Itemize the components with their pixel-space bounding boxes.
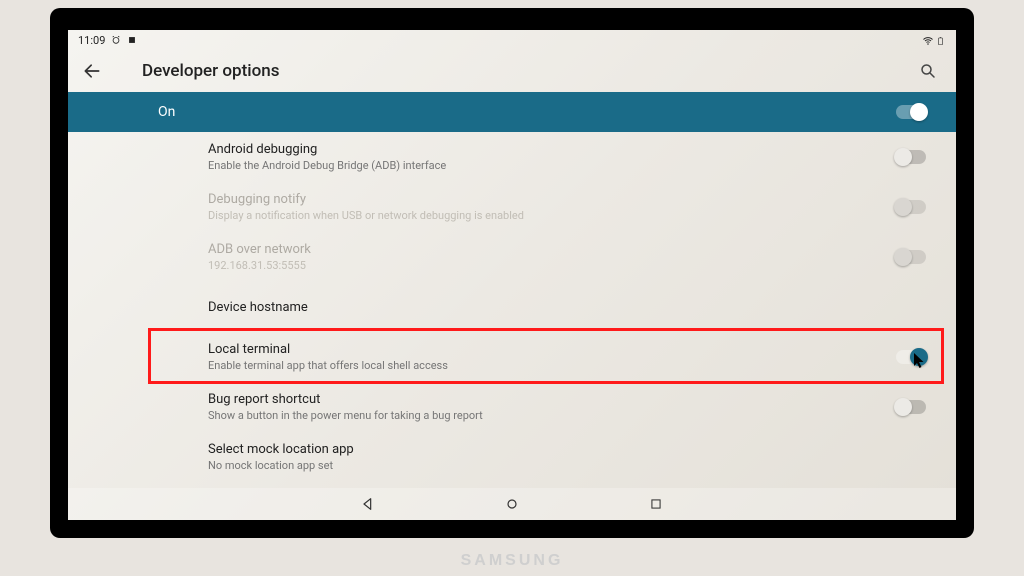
monitor-surround: 11:09 [0, 0, 1024, 576]
setting-toggle-local-terminal[interactable] [896, 350, 926, 364]
setting-toggle-bug-report-shortcut[interactable] [896, 400, 926, 414]
monitor-brand-label: SAMSUNG [0, 552, 1024, 570]
status-time: 11:09 [78, 34, 105, 47]
setting-row-debugging-notify[interactable]: Debugging notify Display a notification w… [208, 182, 926, 232]
setting-toggle-adb-over-network [896, 250, 926, 264]
setting-title: Android debugging [208, 142, 446, 157]
setting-subtitle: Show a button in the power menu for taki… [208, 409, 483, 422]
setting-row-adb-over-network[interactable]: ADB over network 192.168.31.53:5555 [208, 232, 926, 282]
setting-row-android-debugging[interactable]: Android debugging Enable the Android Debu… [208, 132, 926, 182]
nav-recents-button[interactable] [644, 492, 668, 516]
nav-back-button[interactable] [356, 492, 380, 516]
search-button[interactable] [914, 57, 942, 85]
app-bar: Developer options [68, 50, 956, 92]
setting-row-bug-report-shortcut[interactable]: Bug report shortcut Show a button in the … [208, 382, 926, 432]
developer-options-master-toggle[interactable]: On [68, 92, 956, 132]
monitor-bezel: 11:09 [50, 8, 974, 538]
setting-title: Debugging notify [208, 192, 524, 207]
setting-title: Local terminal [208, 342, 448, 357]
setting-subtitle: No mock location app set [208, 459, 354, 472]
device-screen: 11:09 [68, 30, 956, 520]
wifi-icon [922, 35, 932, 45]
back-button[interactable] [78, 57, 106, 85]
master-toggle-label: On [158, 104, 175, 120]
master-toggle-switch[interactable] [896, 105, 926, 119]
square-icon [127, 35, 137, 45]
setting-subtitle: Enable the Android Debug Bridge (ADB) in… [208, 159, 446, 172]
setting-row-local-terminal[interactable]: Local terminal Enable terminal app that o… [208, 332, 926, 382]
setting-subtitle: Enable terminal app that offers local sh… [208, 359, 448, 372]
setting-toggle-debugging-notify [896, 200, 926, 214]
setting-subtitle: Display a notification when USB or netwo… [208, 209, 524, 222]
setting-title: ADB over network [208, 242, 311, 257]
status-bar: 11:09 [68, 30, 956, 50]
setting-title: Select mock location app [208, 442, 354, 457]
battery-icon [936, 35, 946, 45]
setting-subtitle: 192.168.31.53:5555 [208, 259, 311, 272]
page-title: Developer options [142, 61, 279, 81]
setting-title: Device hostname [208, 300, 308, 315]
setting-row-select-mock-location[interactable]: Select mock location app No mock location… [208, 432, 926, 482]
nav-home-button[interactable] [500, 492, 524, 516]
setting-title: Bug report shortcut [208, 392, 483, 407]
setting-toggle-android-debugging[interactable] [896, 150, 926, 164]
alarm-icon [111, 35, 121, 45]
setting-row-device-hostname[interactable]: Device hostname [208, 282, 926, 332]
navigation-bar [68, 488, 956, 520]
search-icon [919, 62, 937, 80]
settings-list: Android debugging Enable the Android Debu… [68, 132, 956, 482]
